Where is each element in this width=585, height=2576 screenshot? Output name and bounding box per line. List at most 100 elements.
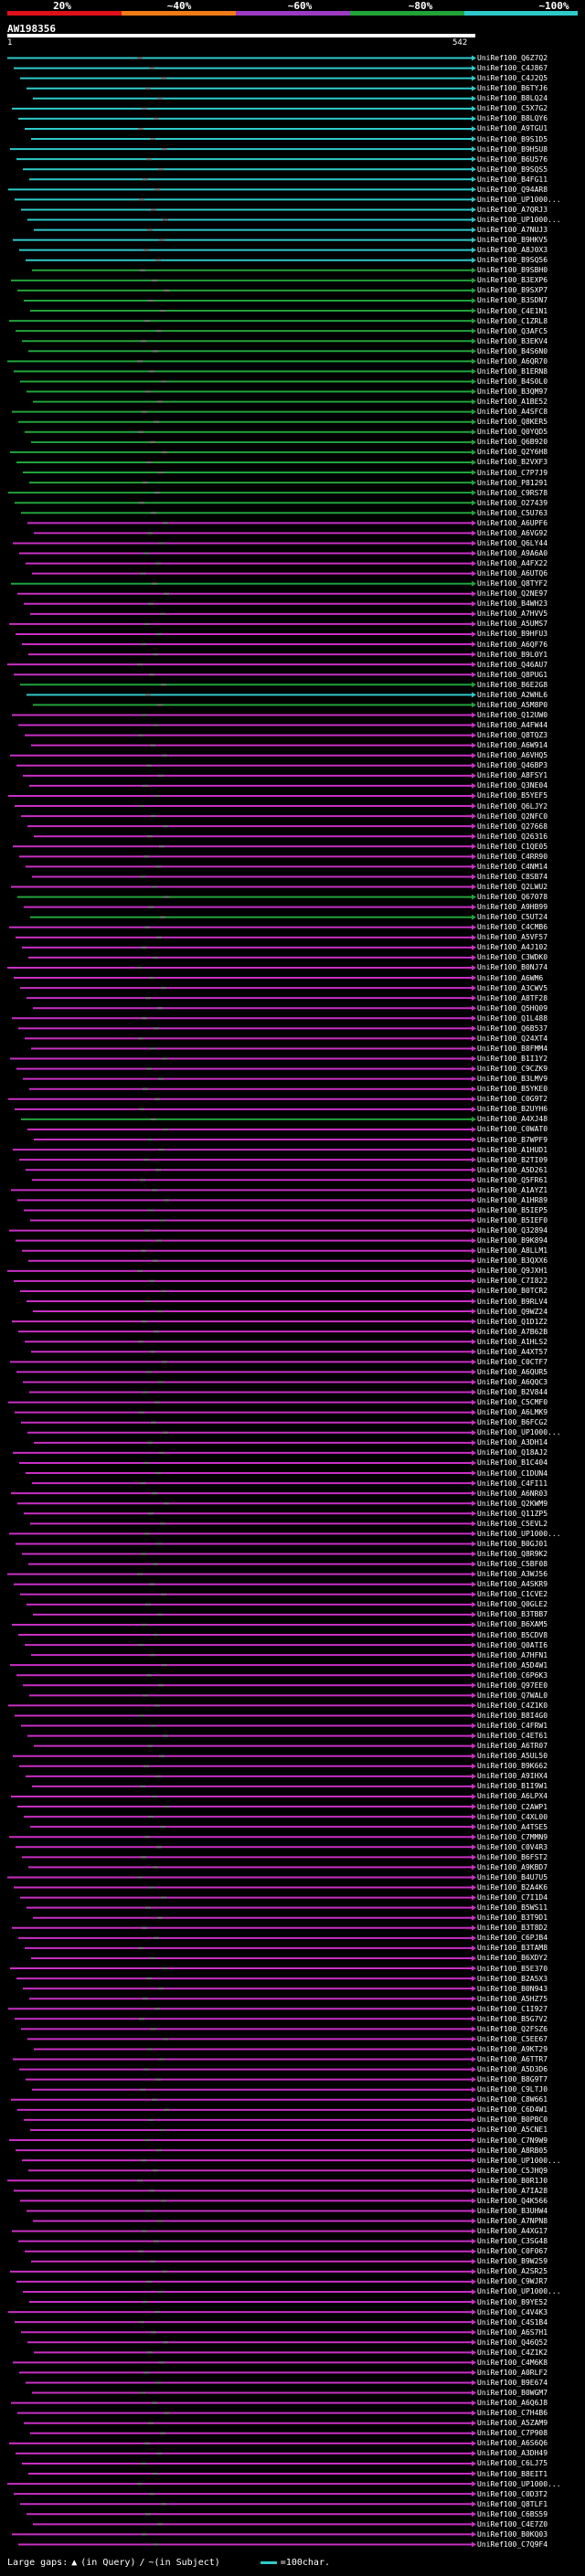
hit-label[interactable]: UniRef100_Q5FR61 bbox=[477, 1176, 548, 1184]
hit-label[interactable]: UniRef100_A9A6A0 bbox=[477, 549, 548, 557]
hit-label[interactable]: UniRef100_B9E674 bbox=[477, 2379, 548, 2387]
hit-label[interactable]: UniRef100_A6S6Q6 bbox=[477, 2439, 548, 2447]
hit-label[interactable]: UniRef100_Q5HQ09 bbox=[477, 1004, 548, 1012]
hit-label[interactable]: UniRef100_A5D4W1 bbox=[477, 1661, 548, 1670]
hit-label[interactable]: UniRef100_B3EKV4 bbox=[477, 337, 548, 345]
hit-label[interactable]: UniRef100_Q46Q52 bbox=[477, 2338, 548, 2347]
hit-label[interactable]: UniRef100_C6PJB4 bbox=[477, 1934, 548, 1942]
hit-label[interactable]: UniRef100_A5CNE1 bbox=[477, 2125, 548, 2134]
hit-label[interactable]: UniRef100_B6XAM5 bbox=[477, 1620, 548, 1628]
hit-label[interactable]: UniRef100_A7B62B bbox=[477, 1328, 548, 1336]
hit-label[interactable]: UniRef100_B9L0Y1 bbox=[477, 651, 548, 659]
hit-label[interactable]: UniRef100_C7H4B6 bbox=[477, 2409, 548, 2417]
hit-label[interactable]: UniRef100_B2A4K6 bbox=[477, 1883, 548, 1892]
hit-label[interactable]: UniRef100_A8J0X3 bbox=[477, 246, 548, 254]
hit-label[interactable]: UniRef100_A4FW44 bbox=[477, 721, 548, 729]
hit-label[interactable]: UniRef100_B9SQS5 bbox=[477, 165, 548, 174]
hit-label[interactable]: UniRef100_B3SDN7 bbox=[477, 296, 548, 304]
hit-label[interactable]: UniRef100_C1CVE2 bbox=[477, 1590, 548, 1598]
hit-label[interactable]: UniRef100_A6TTR7 bbox=[477, 2055, 548, 2063]
hit-label[interactable]: UniRef100_B8LQY6 bbox=[477, 114, 548, 122]
hit-label[interactable]: UniRef100_B3T8D2 bbox=[477, 1924, 548, 1932]
hit-label[interactable]: UniRef100_A6UTQ6 bbox=[477, 569, 548, 578]
hit-label[interactable]: UniRef100_A4XT57 bbox=[477, 1348, 548, 1356]
hit-label[interactable]: UniRef100_A7NPN8 bbox=[477, 2217, 548, 2225]
hit-label[interactable]: UniRef100_A4XJ48 bbox=[477, 1115, 548, 1123]
hit-label[interactable]: UniRef100_A6NR03 bbox=[477, 1489, 548, 1498]
hit-label[interactable]: UniRef100_B2UYH6 bbox=[477, 1105, 548, 1113]
hit-label[interactable]: UniRef100_UP1000... bbox=[477, 196, 561, 204]
hit-label[interactable]: UniRef100_A4SFC8 bbox=[477, 408, 548, 416]
hit-label[interactable]: UniRef100_A6W914 bbox=[477, 741, 548, 749]
hit-label[interactable]: UniRef100_A6TR07 bbox=[477, 1742, 548, 1750]
hit-label[interactable]: UniRef100_C7P908 bbox=[477, 2429, 548, 2437]
hit-label[interactable]: UniRef100_C9WJR7 bbox=[477, 2277, 548, 2285]
hit-label[interactable]: UniRef100_C4V4K3 bbox=[477, 2308, 548, 2316]
hit-label[interactable]: UniRef100_B9SXP7 bbox=[477, 286, 548, 294]
hit-label[interactable]: UniRef100_B5YKE0 bbox=[477, 1085, 548, 1093]
hit-label[interactable]: UniRef100_B9W259 bbox=[477, 2257, 548, 2265]
hit-label[interactable]: UniRef100_B2TI09 bbox=[477, 1156, 548, 1164]
hit-label[interactable]: UniRef100_Q8TQZ3 bbox=[477, 731, 548, 739]
hit-label[interactable]: UniRef100_Q2NFC0 bbox=[477, 812, 548, 821]
hit-label[interactable]: UniRef100_C0CTF7 bbox=[477, 1358, 548, 1366]
hit-label[interactable]: UniRef100_C5UT24 bbox=[477, 913, 548, 921]
hit-label[interactable]: UniRef100_B9RLV4 bbox=[477, 1298, 548, 1306]
hit-label[interactable]: UniRef100_C4XL00 bbox=[477, 1813, 548, 1821]
hit-label[interactable]: UniRef100_B3EXP6 bbox=[477, 276, 548, 284]
hit-label[interactable]: UniRef100_C3WDK0 bbox=[477, 953, 548, 961]
hit-label[interactable]: UniRef100_UP1000... bbox=[477, 216, 561, 224]
hit-label[interactable]: UniRef100_B7WPF9 bbox=[477, 1136, 548, 1144]
hit-label[interactable]: UniRef100_A3WJ56 bbox=[477, 1570, 548, 1578]
hit-label[interactable]: UniRef100_C5X7G2 bbox=[477, 104, 548, 112]
hit-label[interactable]: UniRef100_Q67078 bbox=[477, 893, 548, 901]
hit-label[interactable]: UniRef100_UP1000... bbox=[477, 2157, 561, 2165]
hit-label[interactable]: UniRef100_B9S1D5 bbox=[477, 135, 548, 143]
hit-label[interactable]: UniRef100_A7IA28 bbox=[477, 2187, 548, 2195]
hit-label[interactable]: UniRef100_B9YE52 bbox=[477, 2298, 548, 2306]
hit-label[interactable]: UniRef100_Q0ATI6 bbox=[477, 1641, 548, 1649]
hit-label[interactable]: UniRef100_Q2KWM9 bbox=[477, 1500, 548, 1508]
hit-label[interactable]: UniRef100_C4E1N1 bbox=[477, 307, 548, 315]
hit-label[interactable]: UniRef100_C0G9T2 bbox=[477, 1095, 548, 1103]
hit-label[interactable]: UniRef100_A7HVV5 bbox=[477, 610, 548, 618]
hit-label[interactable]: UniRef100_A1AYZ1 bbox=[477, 1186, 548, 1194]
hit-label[interactable]: UniRef100_Q8R9K2 bbox=[477, 1550, 548, 1558]
hit-label[interactable]: UniRef100_C3SG48 bbox=[477, 2237, 548, 2245]
hit-label[interactable]: UniRef100_A4J102 bbox=[477, 943, 548, 951]
hit-label[interactable]: UniRef100_Q2NE97 bbox=[477, 589, 548, 598]
hit-label[interactable]: UniRef100_A5M8P0 bbox=[477, 701, 548, 709]
hit-label[interactable]: UniRef100_B2A5X3 bbox=[477, 1975, 548, 1983]
hit-label[interactable]: UniRef100_B3QM97 bbox=[477, 387, 548, 396]
hit-label[interactable]: UniRef100_B0WGM7 bbox=[477, 2389, 548, 2397]
hit-label[interactable]: UniRef100_A4FX22 bbox=[477, 559, 548, 567]
hit-label[interactable]: UniRef100_Q26316 bbox=[477, 832, 548, 841]
hit-label[interactable]: UniRef100_A6QR70 bbox=[477, 357, 548, 366]
hit-label[interactable]: UniRef100_Q6Z7Q2 bbox=[477, 54, 548, 62]
hit-label[interactable]: UniRef100_A8LLM1 bbox=[477, 1246, 548, 1255]
hit-label[interactable]: UniRef100_Q0YQD5 bbox=[477, 428, 548, 436]
hit-label[interactable]: UniRef100_A7NUJ3 bbox=[477, 226, 548, 234]
hit-label[interactable]: UniRef100_Q0GLE2 bbox=[477, 1600, 548, 1608]
hit-label[interactable]: UniRef100_B9HKV5 bbox=[477, 236, 548, 244]
hit-label[interactable]: UniRef100_B3LMV9 bbox=[477, 1075, 548, 1083]
hit-label[interactable]: UniRef100_B4S6N0 bbox=[477, 347, 548, 355]
hit-label[interactable]: UniRef100_Q1L488 bbox=[477, 1014, 548, 1023]
hit-label[interactable]: UniRef100_A6LMK9 bbox=[477, 1408, 548, 1416]
hit-label[interactable]: UniRef100_C0WAT0 bbox=[477, 1125, 548, 1133]
hit-label[interactable]: UniRef100_B9K894 bbox=[477, 1236, 548, 1245]
hit-label[interactable]: UniRef100_C0V4R3 bbox=[477, 1843, 548, 1851]
hit-label[interactable]: UniRef100_B9SQ56 bbox=[477, 256, 548, 264]
hit-label[interactable]: UniRef100_A2WHL6 bbox=[477, 691, 548, 699]
hit-label[interactable]: UniRef100_C7I1D4 bbox=[477, 1893, 548, 1902]
hit-label[interactable]: UniRef100_A4XG17 bbox=[477, 2227, 548, 2235]
hit-label[interactable]: UniRef100_B0R1J0 bbox=[477, 2177, 548, 2185]
hit-label[interactable]: UniRef100_A9IHX4 bbox=[477, 1772, 548, 1780]
hit-label[interactable]: UniRef100_A8FSY1 bbox=[477, 771, 548, 779]
hit-label[interactable]: UniRef100_B1I9W1 bbox=[477, 1782, 548, 1790]
hit-label[interactable]: UniRef100_C4E7Z0 bbox=[477, 2520, 548, 2528]
hit-label[interactable]: UniRef100_A6S7H1 bbox=[477, 2328, 548, 2337]
hit-label[interactable]: UniRef100_Q12UW0 bbox=[477, 711, 548, 719]
hit-label[interactable]: UniRef100_B8FMM4 bbox=[477, 1044, 548, 1053]
hit-label[interactable]: UniRef100_Q11ZP5 bbox=[477, 1510, 548, 1518]
